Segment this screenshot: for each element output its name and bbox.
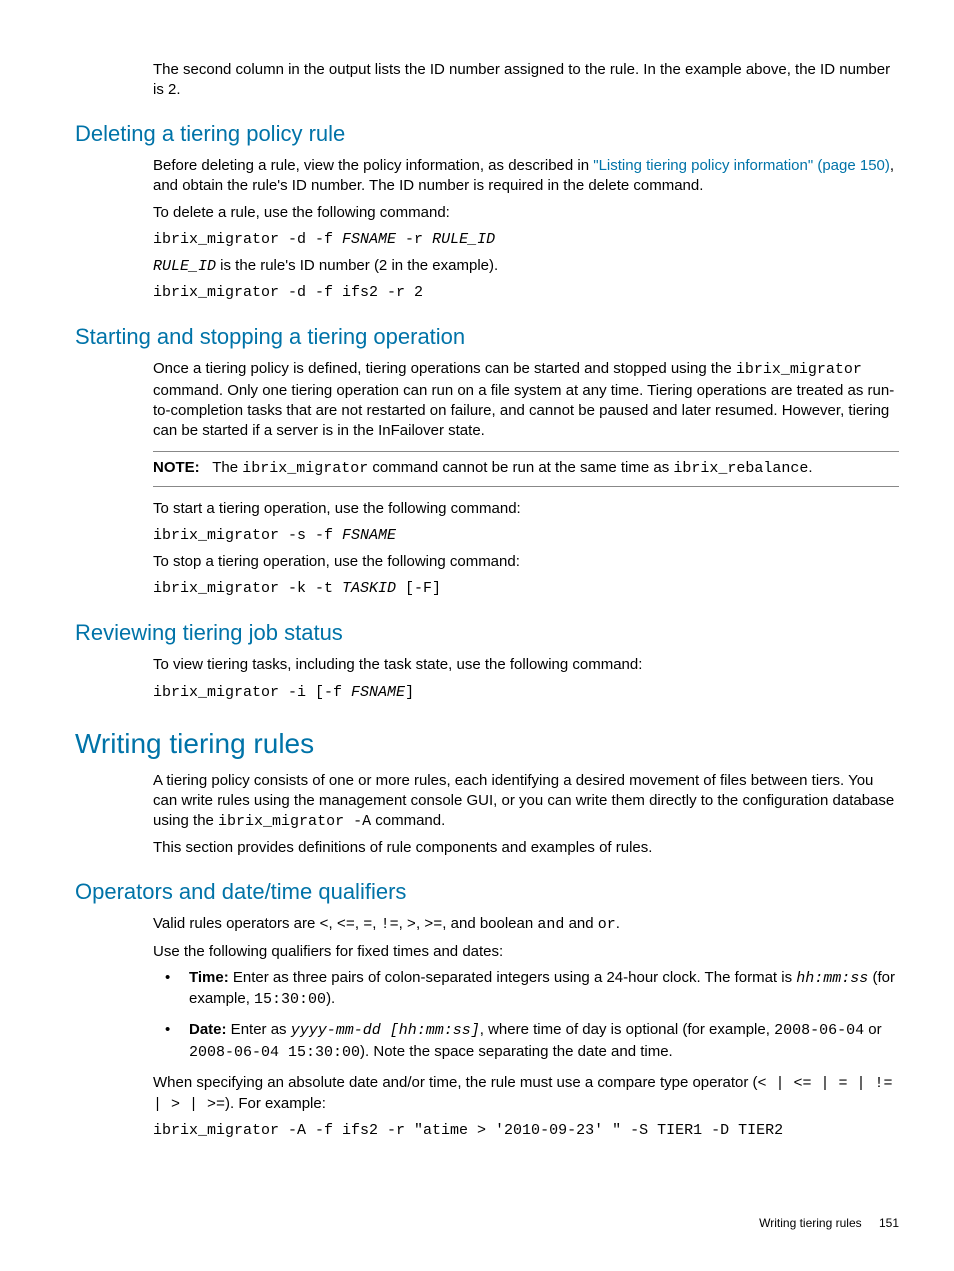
code-arg: hh:mm:ss	[796, 970, 868, 987]
heading-writing: Writing tiering rules	[75, 725, 899, 763]
code: ibrix_migrator -i [-f	[153, 684, 351, 701]
deleting-p2: To delete a rule, use the following comm…	[153, 203, 899, 223]
code-arg: yyyy-mm-dd [hh:mm:ss]	[291, 1022, 480, 1039]
code: 2008-06-04	[774, 1022, 864, 1039]
starting-cmd1: ibrix_migrator -s -f FSNAME	[153, 525, 899, 546]
starting-p3: To stop a tiering operation, use the fol…	[153, 552, 899, 572]
heading-starting: Starting and stopping a tiering operatio…	[75, 322, 899, 352]
code-arg: FSNAME	[342, 231, 396, 248]
deleting-p3: RULE_ID is the rule's ID number (2 in th…	[153, 256, 899, 277]
text: ,	[329, 915, 337, 932]
intro-paragraph: The second column in the output lists th…	[153, 60, 899, 101]
text: The	[212, 459, 242, 476]
code: ibrix_rebalance	[673, 460, 808, 477]
text: ,	[355, 915, 363, 932]
writing-p2: This section provides definitions of rul…	[153, 838, 899, 858]
label: Date:	[189, 1021, 227, 1038]
code-arg: FSNAME	[342, 527, 396, 544]
code-arg: RULE_ID	[432, 231, 495, 248]
code: ibrix_migrator	[242, 460, 368, 477]
text: command.	[371, 812, 445, 829]
code: =	[363, 916, 372, 933]
deleting-cmd1: ibrix_migrator -d -f FSNAME -r RULE_ID	[153, 229, 899, 250]
code: [-F]	[396, 580, 441, 597]
text: , where time of day is optional (for exa…	[480, 1021, 774, 1038]
code: ]	[405, 684, 414, 701]
text: .	[616, 915, 620, 932]
operators-p2: Use the following qualifiers for fixed t…	[153, 942, 899, 962]
code: and	[537, 916, 564, 933]
operators-p3: When specifying an absolute date and/or …	[153, 1073, 899, 1116]
text: and	[564, 915, 597, 932]
text: Before deleting a rule, view the policy …	[153, 157, 593, 174]
qualifier-list: Time: Enter as three pairs of colon-sepa…	[153, 968, 899, 1063]
text: Enter as three pairs of colon-separated …	[229, 969, 797, 986]
code: -r	[396, 231, 432, 248]
page-footer: Writing tiering rules 151	[759, 1215, 899, 1231]
list-item-date: Date: Enter as yyyy-mm-dd [hh:mm:ss], wh…	[153, 1020, 899, 1063]
code: ibrix_migrator -A	[218, 813, 371, 830]
starting-p2: To start a tiering operation, use the fo…	[153, 499, 899, 519]
footer-title: Writing tiering rules	[759, 1216, 861, 1230]
writing-p1: A tiering policy consists of one or more…	[153, 771, 899, 833]
starting-p1: Once a tiering policy is defined, tierin…	[153, 359, 899, 441]
code: >	[407, 916, 416, 933]
text: is the rule's ID number (2 in the exampl…	[216, 257, 498, 274]
code-arg: FSNAME	[351, 684, 405, 701]
operators-p1: Valid rules operators are <, <=, =, != , …	[153, 914, 899, 935]
text: Valid rules operators are	[153, 915, 319, 932]
text: .	[808, 459, 812, 476]
text: ). For example:	[225, 1095, 326, 1112]
text: Enter as	[227, 1021, 291, 1038]
code-arg: RULE_ID	[153, 258, 216, 275]
operators-cmd1: ibrix_migrator -A -f ifs2 -r "atime > '2…	[153, 1121, 899, 1141]
link-listing-tiering[interactable]: "Listing tiering policy information" (pa…	[593, 157, 890, 174]
code: ibrix_migrator -s -f	[153, 527, 342, 544]
text: or	[864, 1021, 882, 1038]
code: >=	[424, 916, 442, 933]
code: ibrix_migrator	[736, 361, 862, 378]
code: <	[319, 916, 328, 933]
text: command cannot be run at the same time a…	[368, 459, 673, 476]
text: Once a tiering policy is defined, tierin…	[153, 360, 736, 377]
code-arg: TASKID	[342, 580, 396, 597]
reviewing-cmd1: ibrix_migrator -i [-f FSNAME]	[153, 682, 899, 703]
code: 2008-06-04 15:30:00	[189, 1044, 360, 1061]
code: ibrix_migrator -k -t	[153, 580, 342, 597]
text: When specifying an absolute date and/or …	[153, 1074, 758, 1091]
code: or	[598, 916, 616, 933]
text: ). Note the space separating the date an…	[360, 1043, 673, 1060]
text: , and boolean	[442, 915, 537, 932]
starting-cmd2: ibrix_migrator -k -t TASKID [-F]	[153, 578, 899, 599]
deleting-cmd2: ibrix_migrator -d -f ifs2 -r 2	[153, 283, 899, 303]
text: command. Only one tiering operation can …	[153, 382, 894, 440]
code: ibrix_migrator -d -f	[153, 231, 342, 248]
text: ,	[399, 915, 407, 932]
code: !=	[381, 916, 399, 933]
code: 15:30:00	[254, 991, 326, 1008]
text: ).	[326, 990, 335, 1007]
text: ,	[372, 915, 380, 932]
code: <=	[337, 916, 355, 933]
list-item-time: Time: Enter as three pairs of colon-sepa…	[153, 968, 899, 1011]
deleting-p1: Before deleting a rule, view the policy …	[153, 156, 899, 197]
label: Time:	[189, 969, 229, 986]
heading-operators: Operators and date/time qualifiers	[75, 877, 899, 907]
note-label: NOTE:	[153, 459, 200, 476]
heading-reviewing: Reviewing tiering job status	[75, 618, 899, 648]
reviewing-p1: To view tiering tasks, including the tas…	[153, 655, 899, 675]
heading-deleting: Deleting a tiering policy rule	[75, 119, 899, 149]
note-box: NOTE: The ibrix_migrator command cannot …	[153, 451, 899, 486]
footer-page-number: 151	[879, 1216, 899, 1230]
